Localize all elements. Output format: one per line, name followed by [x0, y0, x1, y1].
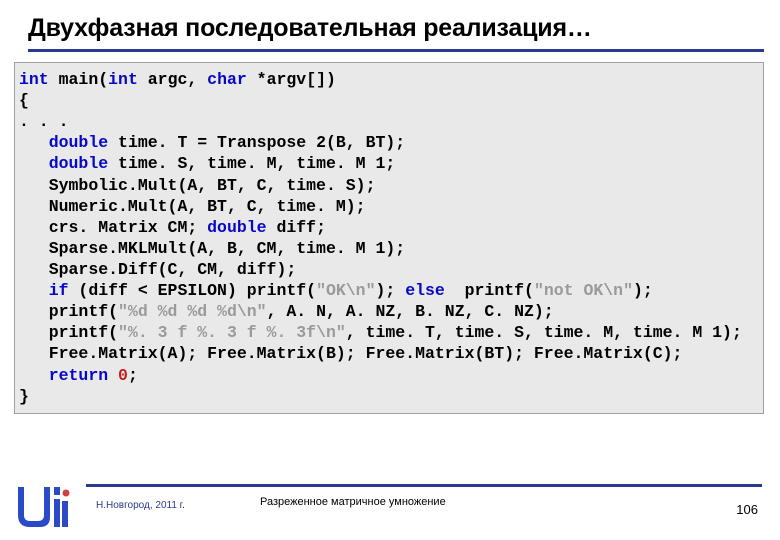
code-text: printf( — [49, 302, 118, 321]
code-text: , A. N, A. NZ, B. NZ, C. NZ); — [267, 302, 554, 321]
kw-double: double — [207, 218, 266, 237]
kw-int: int — [108, 70, 138, 89]
code-text: printf( — [49, 323, 118, 342]
kw-double: double — [49, 133, 108, 152]
kw-double: double — [49, 154, 108, 173]
code-text: argc, — [138, 70, 207, 89]
code-text: main( — [49, 70, 108, 89]
string-literal: "%d %d %d %d\n" — [118, 302, 267, 321]
slide-title: Двухфазная последовательная реализация… — [28, 14, 764, 52]
university-logo-icon — [10, 481, 76, 536]
code-text: printf( — [445, 281, 534, 300]
page-number: 106 — [736, 502, 758, 517]
code-text: Symbolic.Mult(A, BT, C, time. S); — [49, 176, 376, 195]
code-text: *argv[]) — [247, 70, 336, 89]
code-text: ); — [633, 281, 653, 300]
code-text: diff; — [267, 218, 326, 237]
kw-else: else — [405, 281, 445, 300]
code-text: ); — [376, 281, 406, 300]
code-text: (diff < EPSILON) printf( — [69, 281, 317, 300]
footer-topic: Разреженное матричное умножение — [260, 496, 446, 508]
kw-return: return — [49, 366, 108, 385]
code-text: Free.Matrix(A); Free.Matrix(B); Free.Mat… — [49, 344, 683, 363]
code-text: Sparse.MKLMult(A, B, CM, time. M 1); — [49, 239, 405, 258]
kw-if: if — [49, 281, 69, 300]
code-text: crs. Matrix CM; — [49, 218, 207, 237]
code-text: Sparse.Diff(C, CM, diff); — [49, 260, 297, 279]
string-literal: "%. 3 f %. 3 f %. 3f\n" — [118, 323, 346, 342]
footer: Н.Новгород, 2011 г. Разреженное матрично… — [0, 484, 780, 540]
kw-int: int — [19, 70, 49, 89]
kw-char: char — [207, 70, 247, 89]
code-text: time. T = Transpose 2(B, BT); — [108, 133, 405, 152]
code-text: Numeric.Mult(A, BT, C, time. M); — [49, 197, 366, 216]
string-literal: "not OK\n" — [534, 281, 633, 300]
code-text: . . . — [19, 112, 69, 131]
code-block: int main(int argc, char *argv[]) { . . .… — [14, 62, 764, 414]
code-text: ; — [128, 366, 138, 385]
string-literal: "OK\n" — [316, 281, 375, 300]
code-text: time. S, time. M, time. M 1; — [108, 154, 395, 173]
code-text — [108, 366, 118, 385]
number-literal: 0 — [118, 366, 128, 385]
code-text: } — [19, 387, 29, 406]
code-text: { — [19, 91, 29, 110]
footer-location: Н.Новгород, 2011 г. — [96, 500, 185, 511]
code-text: , time. T, time. S, time. M, time. M 1); — [346, 323, 742, 342]
footer-divider — [86, 484, 762, 487]
